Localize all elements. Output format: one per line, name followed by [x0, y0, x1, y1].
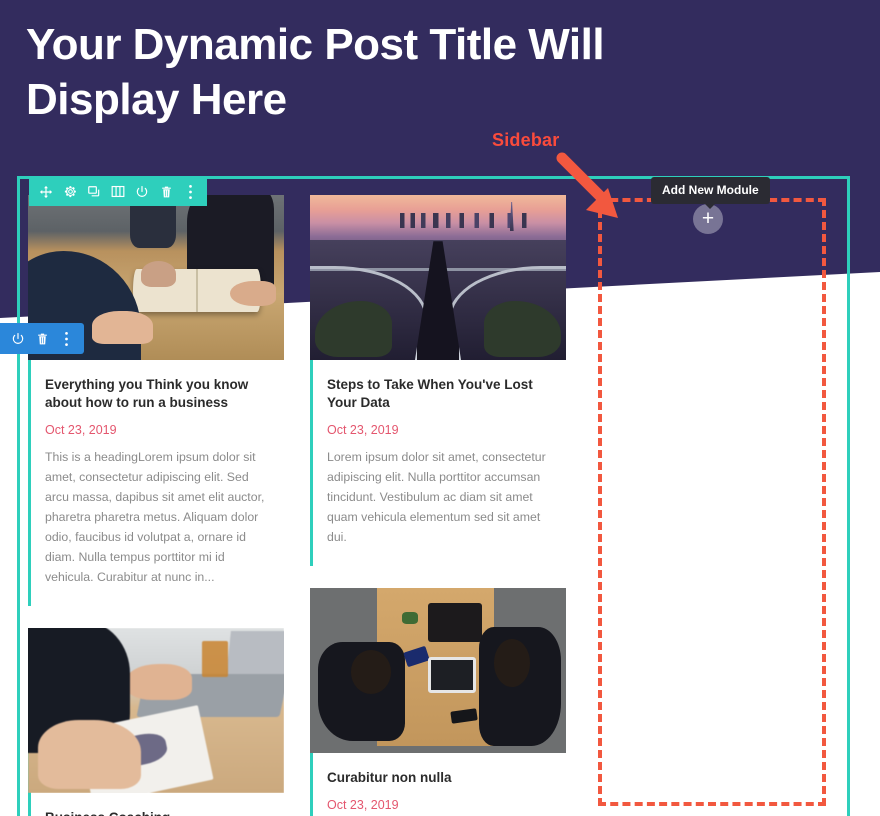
page-title: Your Dynamic Post Title Will Display Her…	[26, 20, 605, 124]
plus-icon: +	[701, 207, 715, 230]
sidebar-dropzone[interactable]	[598, 198, 826, 806]
add-new-module-tooltip: Add New Module	[651, 177, 770, 209]
post-date: Oct 23, 2019	[327, 797, 399, 812]
duplicate-icon[interactable]	[82, 177, 106, 206]
post-title[interactable]: Everything you Think you know about how …	[45, 376, 270, 412]
post-title[interactable]: Steps to Take When You've Lost Your Data	[327, 376, 552, 412]
post-card[interactable]: Curabitur non nulla Oct 23, 2019	[310, 587, 566, 816]
more-vertical-icon[interactable]	[54, 323, 78, 354]
blog-column-right: Steps to Take When You've Lost Your Data…	[310, 195, 566, 816]
hands-laptop-magazine-image	[28, 627, 284, 793]
page-canvas: Your Dynamic Post Title Will Display Her…	[0, 0, 880, 816]
more-vertical-icon[interactable]	[178, 177, 202, 206]
gear-icon[interactable]	[58, 177, 82, 206]
blog-column-left: Everything you Think you know about how …	[28, 195, 284, 816]
sidebar-annotation-label: Sidebar	[492, 130, 560, 150]
trash-icon[interactable]	[154, 177, 178, 206]
post-date: Oct 23, 2019	[45, 423, 117, 438]
power-icon[interactable]	[6, 323, 30, 354]
post-excerpt: Lorem ipsum dolor sit amet, consectetur …	[327, 450, 546, 544]
post-title[interactable]: Curabitur non nulla	[327, 769, 552, 787]
row-toolbar[interactable]	[29, 177, 207, 206]
topdown-meeting-tablet-image	[310, 587, 566, 753]
post-card[interactable]: Steps to Take When You've Lost Your Data…	[310, 195, 566, 566]
aerial-highway-interchange-image	[310, 195, 566, 360]
post-card[interactable]: Business Coaching	[28, 627, 284, 816]
columns-icon[interactable]	[106, 177, 130, 206]
module-toolbar[interactable]	[0, 323, 84, 354]
move-icon[interactable]	[34, 177, 58, 206]
post-card[interactable]: Everything you Think you know about how …	[28, 195, 284, 606]
power-icon[interactable]	[130, 177, 154, 206]
post-date: Oct 23, 2019	[327, 423, 399, 438]
trash-icon[interactable]	[30, 323, 54, 354]
post-excerpt: This is a headingLorem ipsum dolor sit a…	[45, 450, 265, 584]
post-title[interactable]: Business Coaching	[45, 809, 270, 816]
